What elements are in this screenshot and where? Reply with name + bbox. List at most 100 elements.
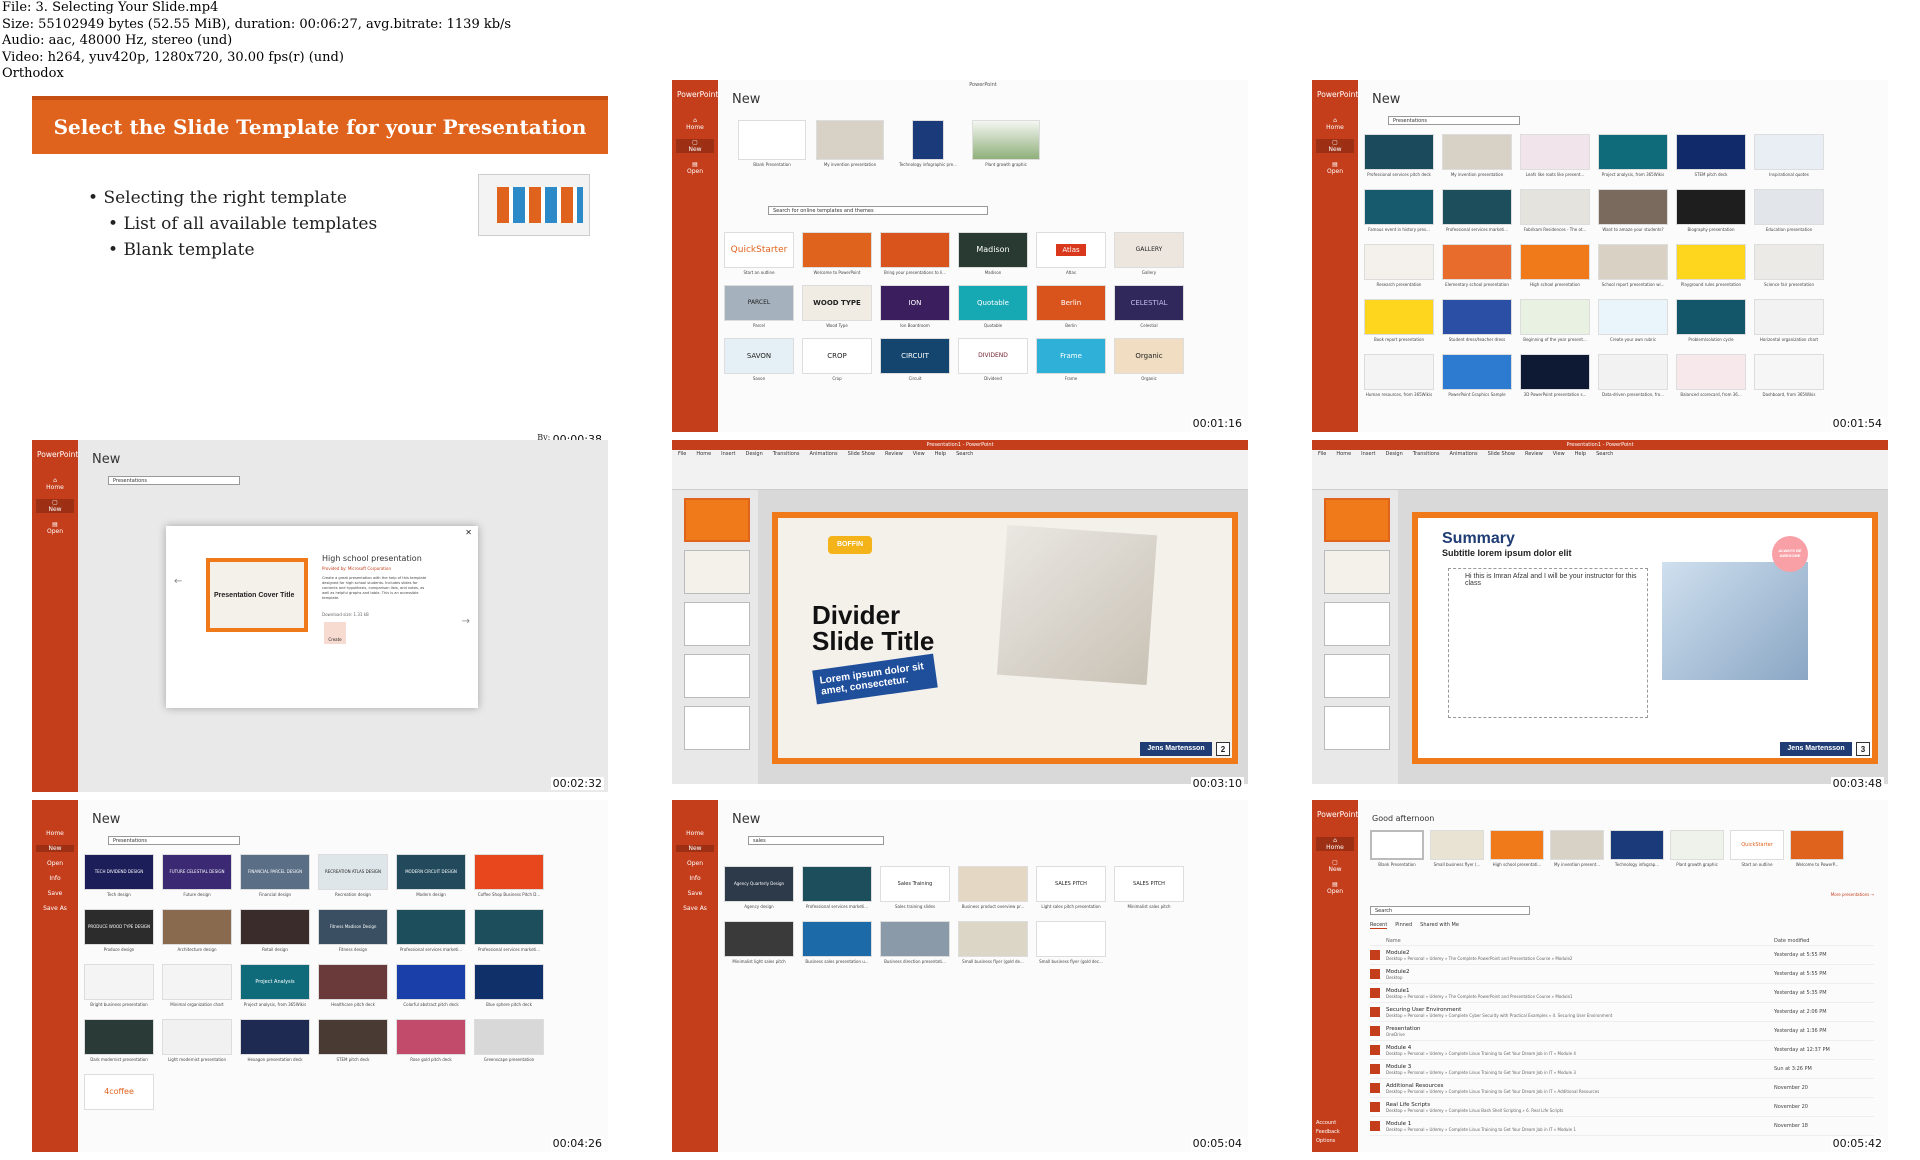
slide-thumbnail[interactable] [684, 550, 750, 594]
template-tile[interactable]: PRODUCE WOOD TYPE DESIGN Produce design [84, 909, 154, 952]
template-tile[interactable]: Coffee Shop Business Pitch D... [474, 854, 544, 897]
slide-stage[interactable]: BOFFIN Divider Slide Title Lorem ipsum do… [772, 512, 1238, 764]
template-tile[interactable]: Blank Presentation [1370, 830, 1424, 867]
nav-open[interactable]: ▤ Open [1316, 881, 1354, 895]
template-tile[interactable]: RECREATION ATLAS DESIGN Recreation design [318, 854, 388, 897]
template-tile[interactable]: QuickStarter Start an outline [724, 232, 794, 275]
tab-slide-show[interactable]: Slide Show [848, 451, 875, 457]
template-tile[interactable]: Organic Organic [1114, 338, 1184, 381]
template-tile[interactable]: STEM pitch deck [318, 1019, 388, 1062]
nav-home[interactable]: Home [36, 830, 74, 837]
list-item[interactable]: Module1 Desktop » Personal » Udemy » The … [1370, 984, 1874, 1003]
search-input[interactable]: Presentations [108, 476, 240, 485]
template-tile[interactable]: Horizontal organization chart [1754, 299, 1824, 342]
template-tile[interactable]: Project Analysis Project analysis, from 3… [240, 964, 310, 1007]
tab-shared[interactable]: Shared with Me [1420, 922, 1459, 928]
close-icon[interactable]: ✕ [465, 528, 472, 537]
nav-open[interactable]: Open [676, 860, 714, 867]
template-tile[interactable]: Problem/solution cycle [1676, 299, 1746, 342]
tab-help[interactable]: Help [935, 451, 946, 457]
template-tile[interactable]: Quotable Quotable [958, 285, 1028, 328]
slide-thumbnail[interactable] [684, 706, 750, 750]
list-item[interactable]: Real Life Scripts Desktop » Personal » Ud… [1370, 1098, 1874, 1117]
template-tile[interactable]: Business direction presentati... [880, 921, 950, 964]
tab-file[interactable]: File [1318, 451, 1326, 457]
template-tile[interactable]: Professional services marketi... [396, 909, 466, 952]
template-tile[interactable]: SAVON Savon [724, 338, 794, 381]
tab-slide-show[interactable]: Slide Show [1488, 451, 1515, 457]
nav-new[interactable]: ▢ New [1316, 859, 1354, 873]
template-tile[interactable]: Architecture design [162, 909, 232, 952]
template-tile[interactable]: Small business flyer (gold dec... [1036, 921, 1106, 964]
search-input[interactable]: Search [1370, 906, 1530, 915]
more-presentations-link[interactable]: More presentations → [1831, 892, 1874, 897]
create-button[interactable]: Create [324, 622, 346, 644]
nav-account[interactable]: Account [1316, 1119, 1340, 1128]
template-tile[interactable]: Student dress/teacher dress [1442, 299, 1512, 342]
nav-options[interactable]: Options [1316, 1137, 1340, 1146]
tab-design[interactable]: Design [745, 451, 762, 457]
template-tile[interactable]: 4coffee [84, 1074, 154, 1110]
template-tile[interactable]: High school presentati... [1490, 830, 1544, 867]
tab-animations[interactable]: Animations [810, 451, 838, 457]
template-tile[interactable]: Business product overview pr... [958, 866, 1028, 909]
template-tile[interactable]: Human resources, from 365Wikis [1364, 354, 1434, 397]
template-tile[interactable]: MODERN CIRCUIT DESIGN Modern design [396, 854, 466, 897]
template-tile[interactable]: Madison Madison [958, 232, 1028, 275]
template-tile[interactable]: Welcome to PowerP... [1790, 830, 1844, 867]
template-tile[interactable]: TECH DIVIDEND DESIGN Tech design [84, 854, 154, 897]
prev-arrow-icon[interactable]: ← [174, 576, 182, 587]
template-tile[interactable]: Biography presentation [1676, 189, 1746, 232]
slide-thumbnail[interactable] [1324, 654, 1390, 698]
template-tile[interactable]: Plant growth graphic [1670, 830, 1724, 867]
template-tile[interactable]: Minimalist light sales pitch [724, 921, 794, 964]
template-tile[interactable]: Healthcare pitch deck [318, 964, 388, 1007]
template-tile[interactable]: Beginning of the year present... [1520, 299, 1590, 342]
nav-home[interactable]: Home [676, 830, 714, 837]
template-tile[interactable]: Technology infograp... [1610, 830, 1664, 867]
template-tile[interactable]: PARCEL Parcel [724, 285, 794, 328]
template-tile[interactable]: Small business flyer (gold de... [958, 921, 1028, 964]
template-tile[interactable]: My invention presentation [816, 120, 884, 167]
nav-save[interactable]: Save [36, 890, 74, 897]
template-tile[interactable]: 3D PowerPoint presentation s... [1520, 354, 1590, 397]
template-tile[interactable]: Elementary school presentation [1442, 244, 1512, 287]
template-tile[interactable]: Atlas Atlas [1036, 232, 1106, 275]
nav-open[interactable]: Open [36, 860, 74, 867]
template-tile[interactable]: Berlin Berlin [1036, 285, 1106, 328]
template-tile[interactable]: Balanced scorecard, from 36... [1676, 354, 1746, 397]
tab-recent[interactable]: Recent [1370, 922, 1388, 929]
template-tile[interactable]: Hexagon presentation deck [240, 1019, 310, 1062]
template-tile[interactable]: DIVIDEND Dividend [958, 338, 1028, 381]
template-tile[interactable]: Bright business presentation [84, 964, 154, 1007]
slide-thumbnail[interactable] [1324, 550, 1390, 594]
list-item[interactable]: Securing User Environment Desktop » Perso… [1370, 1003, 1874, 1022]
template-tile[interactable]: Blue sphere pitch deck [474, 964, 544, 1007]
tab-search[interactable]: Search [956, 451, 973, 457]
template-tile[interactable]: Famous event in history pres... [1364, 189, 1434, 232]
template-tile[interactable]: FINANCIAL PARCEL DESIGN Financial design [240, 854, 310, 897]
nav-new[interactable]: ▢ New [36, 499, 74, 513]
tab-file[interactable]: File [678, 451, 686, 457]
nav-home[interactable]: ⌂ Home [676, 117, 714, 131]
template-tile[interactable]: Professional services marketi... [1442, 189, 1512, 232]
template-tile[interactable]: SALES PITCH Minimalist sales pitch [1114, 866, 1184, 909]
template-tile[interactable]: Science fair presentation [1754, 244, 1824, 287]
nav-new[interactable]: ▢ New [1316, 139, 1354, 153]
tab-home[interactable]: Home [1336, 451, 1351, 457]
nav-save[interactable]: Save [676, 890, 714, 897]
template-tile[interactable]: Fitness Madison Design Fitness design [318, 909, 388, 952]
template-tile[interactable]: Professional services marketi... [802, 866, 872, 909]
slide-thumbnail[interactable] [684, 654, 750, 698]
template-tile[interactable]: Plant growth graphic [972, 120, 1040, 167]
nav-home[interactable]: ⌂ Home [1316, 837, 1354, 851]
template-tile[interactable]: Fabrikam Residences - The ot... [1520, 189, 1590, 232]
template-tile[interactable]: My invention presentation [1442, 134, 1512, 177]
template-tile[interactable]: Colorful abstract pitch deck [396, 964, 466, 1007]
tab-review[interactable]: Review [885, 451, 903, 457]
list-item[interactable]: Module2 Desktop » Personal » Udemy » The … [1370, 946, 1874, 965]
template-tile[interactable]: SALES PITCH Light sales pitch presentatio… [1036, 866, 1106, 909]
template-tile[interactable]: Dashboard, from 365Wikis [1754, 354, 1824, 397]
template-tile[interactable]: Playground rules presentation [1676, 244, 1746, 287]
nav-save-as[interactable]: Save As [36, 905, 74, 912]
